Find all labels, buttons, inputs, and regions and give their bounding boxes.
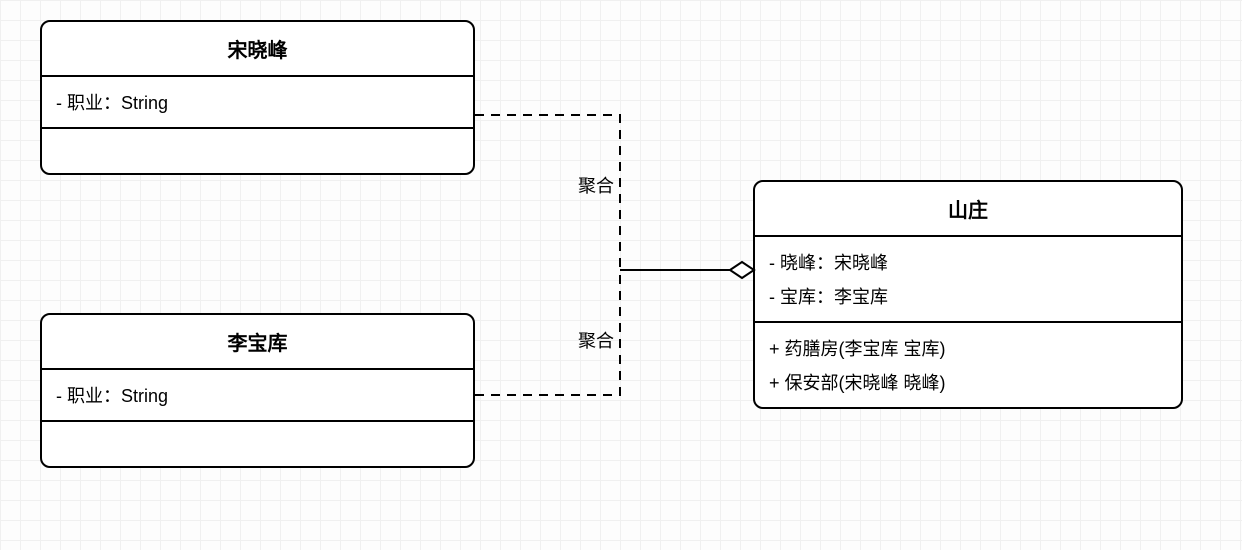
class-villa-method-1: + 保安部(宋晓峰 晓峰) [769, 365, 1167, 399]
class-song-title: 宋晓峰 [42, 22, 473, 77]
class-song-methods [42, 129, 473, 173]
class-villa-methods: + 药膳房(李宝库 宝库) + 保安部(宋晓峰 晓峰) [755, 323, 1181, 407]
class-villa-attr-1: - 宝库：李宝库 [769, 279, 1167, 313]
class-villa[interactable]: 山庄 - 晓峰：宋晓峰 - 宝库：李宝库 + 药膳房(李宝库 宝库) + 保安部… [753, 180, 1183, 409]
class-song-attributes: - 职业：String [42, 77, 473, 129]
class-li[interactable]: 李宝库 - 职业：String [40, 313, 475, 468]
class-li-attr-0: - 职业：String [56, 378, 459, 412]
aggregation-diamond-icon [730, 262, 754, 278]
edge-li-villa-label: 聚合 [576, 327, 616, 353]
class-villa-method-0: + 药膳房(李宝库 宝库) [769, 331, 1167, 365]
class-song-attr-0: - 职业：String [56, 85, 459, 119]
class-li-attributes: - 职业：String [42, 370, 473, 422]
class-villa-attr-0: - 晓峰：宋晓峰 [769, 245, 1167, 279]
class-li-title: 李宝库 [42, 315, 473, 370]
class-song[interactable]: 宋晓峰 - 职业：String [40, 20, 475, 175]
class-li-methods [42, 422, 473, 466]
edge-song-villa-label: 聚合 [576, 172, 616, 198]
class-villa-attributes: - 晓峰：宋晓峰 - 宝库：李宝库 [755, 237, 1181, 323]
class-villa-title: 山庄 [755, 182, 1181, 237]
